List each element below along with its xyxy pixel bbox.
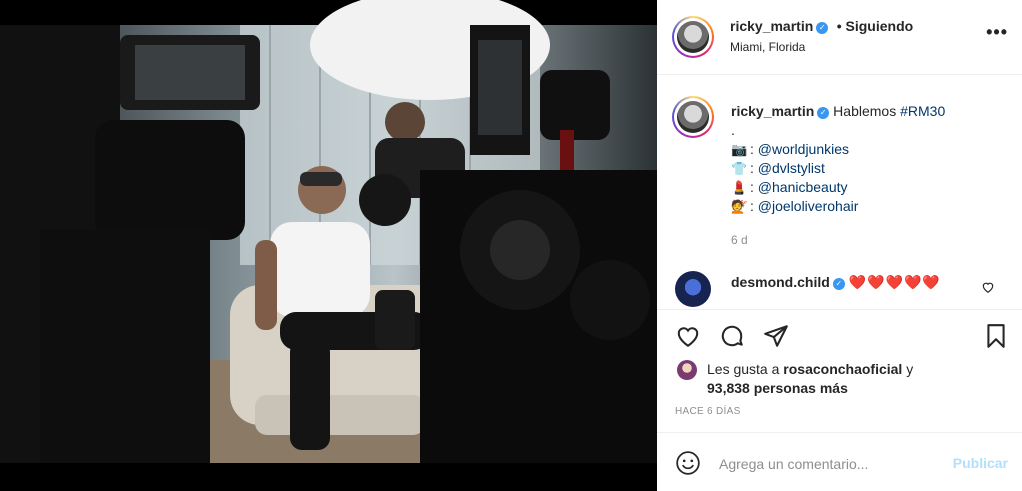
shirt-icon: 👕: [731, 161, 748, 176]
likes-user[interactable]: rosaconchaoficial: [783, 361, 902, 377]
credit-handle[interactable]: @worldjunkies: [758, 141, 849, 157]
caption-dot: .: [731, 122, 735, 138]
credit-line: 💇: @joeloliverohair: [731, 198, 859, 214]
caption-avatar[interactable]: [672, 96, 714, 138]
verified-icon: ✓: [832, 278, 845, 290]
comment-bubble-icon[interactable]: [719, 323, 745, 354]
photo-illustration: [0, 0, 657, 463]
liker-avatar[interactable]: [677, 360, 697, 380]
likes-count[interactable]: 93,838 personas más: [707, 380, 848, 396]
verified-icon: ✓: [817, 107, 830, 119]
camera-icon: 📷: [731, 142, 748, 157]
credit-handle[interactable]: @hanicbeauty: [758, 179, 848, 195]
post-header: ricky_martin ✓ • Siguiendo Miami, Florida…: [657, 0, 1022, 75]
post-location[interactable]: Miami, Florida: [730, 40, 805, 54]
like-heart-icon[interactable]: [675, 323, 701, 354]
credit-line: 👕: @dvlstylist: [731, 160, 825, 176]
haircut-icon: 💇: [731, 199, 748, 214]
verified-icon: ✓: [816, 22, 829, 34]
publish-button[interactable]: Publicar: [953, 455, 1008, 471]
comment-like-icon[interactable]: [981, 280, 995, 299]
caption: ricky_martin ✓ Hablemos #RM30 . 📷: @world…: [731, 102, 1001, 216]
action-bar: Les gusta a rosaconchaoficial y 93,838 p…: [657, 309, 1022, 430]
author-line: ricky_martin ✓ • Siguiendo: [730, 18, 913, 36]
emoji-smiley-icon[interactable]: [675, 450, 701, 481]
comment-text: ❤️❤️❤️❤️❤️: [848, 274, 941, 290]
credit-handle[interactable]: @joeloliverohair: [758, 198, 859, 214]
comment-username[interactable]: desmond.child: [731, 274, 830, 290]
likes-conj: y: [906, 361, 914, 377]
caption-hashtag[interactable]: #RM30: [900, 103, 945, 119]
commenter-avatar[interactable]: [675, 271, 711, 307]
post-photo[interactable]: [0, 0, 657, 491]
save-bookmark-icon[interactable]: [983, 323, 1009, 354]
post-timestamp[interactable]: HACE 6 DÍAS: [675, 406, 741, 417]
more-options-icon[interactable]: •••: [986, 22, 1008, 43]
comment-input[interactable]: [719, 454, 939, 474]
follow-status[interactable]: • Siguiendo: [837, 18, 913, 34]
caption-username[interactable]: ricky_martin: [731, 103, 814, 119]
caption-text: Hablemos: [833, 103, 897, 119]
lipstick-icon: 💄: [731, 180, 748, 195]
caption-time[interactable]: 6 d: [731, 233, 748, 247]
author-username[interactable]: ricky_martin: [730, 18, 813, 34]
share-paper-plane-icon[interactable]: [763, 323, 789, 354]
author-avatar[interactable]: [672, 16, 714, 58]
comment: desmond.child ✓ ❤️❤️❤️❤️❤️: [731, 274, 941, 291]
likes-prefix: Les gusta a: [707, 361, 780, 377]
credit-handle[interactable]: @dvlstylist: [758, 160, 825, 176]
credit-line: 💄: @hanicbeauty: [731, 179, 848, 195]
comment-composer: Publicar: [657, 432, 1022, 491]
credit-line: 📷: @worldjunkies: [731, 141, 850, 157]
post-detail-panel: ricky_martin ✓ • Siguiendo Miami, Florida…: [657, 0, 1022, 491]
likes-summary: Les gusta a rosaconchaoficial y 93,838 p…: [707, 360, 1007, 398]
